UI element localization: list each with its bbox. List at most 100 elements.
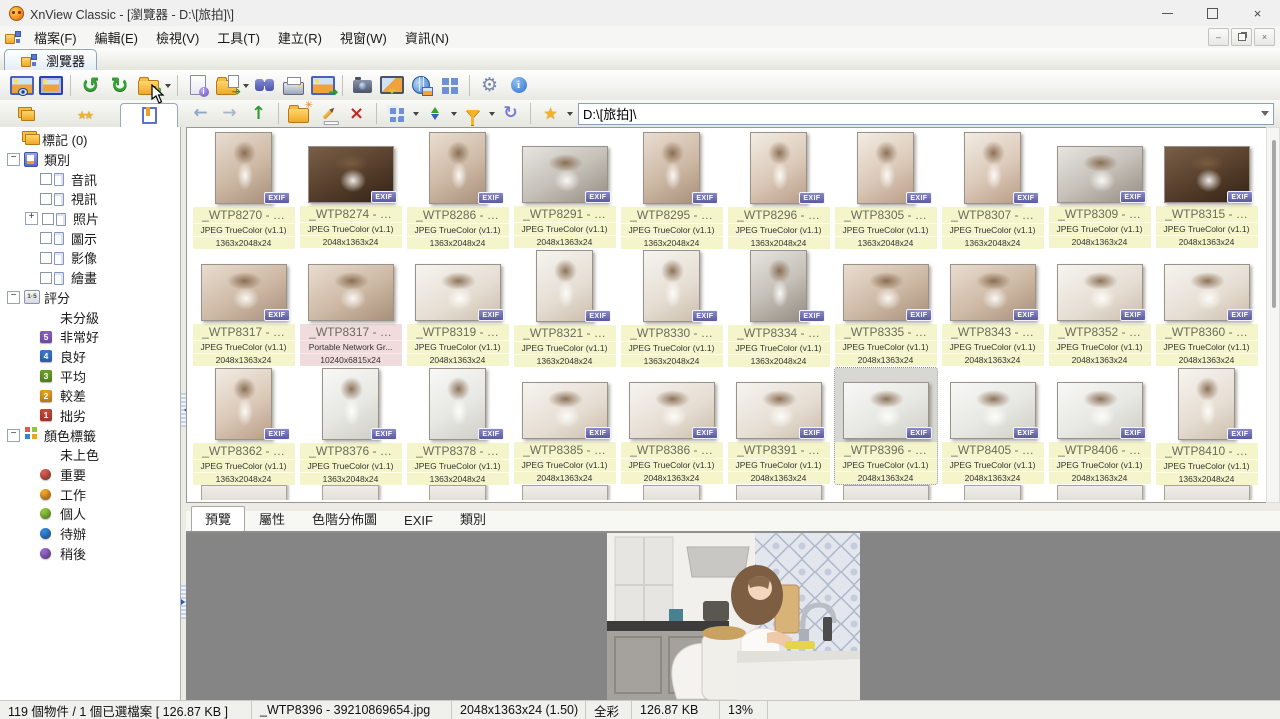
favorites-button[interactable]: ★ — [536, 101, 565, 127]
view-mode-dropdown[interactable] — [411, 100, 420, 127]
thumb-wtp8343[interactable]: EXIF _WTP8343 - … JPEG TrueColor (v1.1) 204… — [941, 250, 1044, 366]
thumb-wtp8305[interactable]: EXIF _WTP8305 - … JPEG TrueColor (v1.1) 136… — [834, 132, 937, 249]
menu-file[interactable]: 檔案(F) — [25, 26, 86, 49]
thumb-wtp8362[interactable]: EXIF _WTP8362 - … JPEG TrueColor (v1.1) 136… — [192, 368, 295, 485]
thumb-wtp8360[interactable]: EXIF _WTP8360 - … JPEG TrueColor (v1.1) 204… — [1155, 250, 1258, 366]
thumb-wtp8385[interactable]: EXIF _WTP8385 - … JPEG TrueColor (v1.1) 204… — [513, 368, 616, 484]
tree-expander[interactable] — [25, 508, 36, 519]
open-with-button[interactable] — [212, 72, 241, 98]
tree-expander[interactable] — [25, 272, 36, 283]
mdi-restore-button[interactable] — [1231, 28, 1252, 46]
tree-item-tags[interactable]: 標記 (0) — [0, 130, 180, 150]
tree-item-rating[interactable]: 評分 — [0, 288, 180, 308]
thumb-wtp8286[interactable]: EXIF _WTP8286 - … JPEG TrueColor (v1.1) 136… — [406, 132, 509, 249]
thumb-wtp8291[interactable]: EXIF _WTP8291 - … JPEG TrueColor (v1.1) 204… — [513, 132, 616, 248]
forward-button[interactable]: → — [215, 101, 244, 127]
tree-expander[interactable] — [25, 174, 36, 185]
tree-item-rating-3[interactable]: 3 平均 — [0, 366, 180, 386]
tree-expander[interactable] — [25, 469, 36, 480]
view-image-button[interactable] — [7, 72, 36, 98]
menu-create[interactable]: 建立(R) — [269, 26, 331, 49]
menu-window[interactable]: 視窗(W) — [331, 26, 396, 49]
thumb-wtp8410[interactable]: EXIF _WTP8410 - … JPEG TrueColor (v1.1) 136… — [1155, 368, 1258, 485]
rename-button[interactable] — [313, 101, 342, 127]
tree-item-cat-video[interactable]: 視訊 — [0, 189, 180, 209]
favorites-dropdown[interactable] — [565, 100, 574, 127]
close-button[interactable]: × — [1235, 0, 1280, 26]
address-dropdown-icon[interactable] — [1257, 104, 1273, 124]
menu-edit[interactable]: 編輯(E) — [86, 26, 147, 49]
tree-expander[interactable] — [25, 371, 36, 382]
properties-button[interactable] — [183, 72, 212, 98]
refresh-button[interactable]: ↻ — [496, 101, 525, 127]
rotate-ccw-button[interactable]: ↺ — [76, 72, 105, 98]
thumb-wtp8315[interactable]: EXIF _WTP8315 - … JPEG TrueColor (v1.1) 204… — [1155, 132, 1258, 248]
tree-expander[interactable] — [25, 351, 36, 362]
tree-item-cat-icon[interactable]: 圖示 — [0, 228, 180, 248]
menu-tools[interactable]: 工具(T) — [208, 26, 269, 49]
thumb-wtp8317-png[interactable]: EXIF_WTP8317 - …Portable Network Gr...10… — [299, 250, 402, 366]
thumb-wtp8378[interactable]: EXIF _WTP8378 - … JPEG TrueColor (v1.1) 136… — [406, 368, 509, 485]
tree-expander[interactable] — [7, 290, 20, 304]
back-button[interactable]: ← — [186, 101, 215, 127]
tab-preview[interactable]: 預覽 — [191, 506, 246, 531]
scrollbar-thumb[interactable] — [1272, 140, 1276, 308]
web-page-button[interactable] — [406, 72, 435, 98]
about-button[interactable] — [504, 72, 533, 98]
thumb-wtp8396[interactable]: EXIF _WTP8396 - … JPEG TrueColor (v1.1) 204… — [833, 367, 938, 485]
tree-expander[interactable] — [25, 193, 36, 204]
new-folder-button[interactable] — [284, 100, 313, 127]
sort-dropdown[interactable] — [449, 100, 458, 127]
slideshow-button[interactable] — [377, 72, 406, 98]
thumbnail-scrollbar[interactable] — [1266, 127, 1280, 503]
tree-item-cat-image[interactable]: 影像 — [0, 248, 180, 268]
panel-tab-categories[interactable] — [120, 103, 178, 127]
thumb-wtp8309[interactable]: EXIF _WTP8309 - … JPEG TrueColor (v1.1) 204… — [1048, 132, 1151, 248]
mdi-close-button[interactable]: × — [1254, 28, 1275, 46]
thumb-wtp8352[interactable]: EXIF _WTP8352 - … JPEG TrueColor (v1.1) 204… — [1048, 250, 1151, 366]
search-button[interactable] — [250, 72, 279, 98]
thumb-wtp8405[interactable]: EXIF _WTP8405 - … JPEG TrueColor (v1.1) 204… — [941, 368, 1044, 484]
tree-item-cat-drawing[interactable]: 繪畫 — [0, 268, 180, 288]
thumb-wtp8319[interactable]: EXIF _WTP8319 - … JPEG TrueColor (v1.1) 204… — [406, 250, 509, 366]
thumb-wtp8321[interactable]: EXIF _WTP8321 - … JPEG TrueColor (v1.1) 136… — [513, 250, 616, 367]
thumb-wtp8270[interactable]: EXIF _WTP8270 - … JPEG TrueColor (v1.1) 136… — [192, 132, 295, 249]
tree-item-cat-photo[interactable]: 照片 — [0, 209, 180, 229]
tree-expander[interactable] — [25, 390, 36, 401]
thumbnail-partial[interactable] — [407, 485, 509, 500]
sort-button[interactable] — [420, 101, 449, 127]
tree-expander[interactable] — [25, 312, 36, 323]
tree-expander[interactable] — [25, 449, 36, 460]
thumbnail-partial[interactable] — [942, 485, 1044, 500]
tree-expander[interactable] — [7, 428, 20, 442]
thumb-wtp8307[interactable]: EXIF _WTP8307 - … JPEG TrueColor (v1.1) 136… — [941, 132, 1044, 249]
print-button[interactable] — [279, 72, 308, 98]
panel-tab-folders[interactable] — [0, 104, 56, 127]
view-mode-button[interactable] — [382, 101, 411, 127]
tree-item-label-todo[interactable]: 待辦 — [0, 524, 180, 544]
thumb-wtp8295[interactable]: EXIF _WTP8295 - … JPEG TrueColor (v1.1) 136… — [620, 132, 723, 249]
tree-item-label-later[interactable]: 稍後 — [0, 543, 180, 563]
tree-expander[interactable] — [25, 252, 36, 263]
thumbnail-partial[interactable] — [1049, 485, 1151, 500]
tree-expander[interactable] — [7, 152, 20, 167]
menu-info[interactable]: 資訊(N) — [396, 26, 458, 49]
thumb-wtp8274[interactable]: EXIF _WTP8274 - … JPEG TrueColor (v1.1) 204… — [299, 132, 402, 248]
tree-expander[interactable] — [25, 410, 36, 421]
tree-expander[interactable] — [25, 548, 36, 559]
tree-item-rating-4[interactable]: 4 良好 — [0, 347, 180, 367]
tree-item-label-important[interactable]: 重要 — [0, 465, 180, 485]
menu-view[interactable]: 檢視(V) — [147, 26, 208, 49]
filter-dropdown[interactable] — [487, 100, 496, 127]
thumb-wtp8317[interactable]: EXIF _WTP8317 - … JPEG TrueColor (v1.1) 204… — [192, 250, 295, 366]
tree-item-rating-1[interactable]: 1 拙劣 — [0, 406, 180, 426]
maximize-button[interactable] — [1190, 0, 1235, 26]
thumbnail-partial[interactable] — [1156, 485, 1258, 500]
thumbnail-partial[interactable] — [193, 485, 295, 500]
capture-button[interactable] — [348, 72, 377, 98]
filter-button[interactable] — [458, 101, 487, 127]
tree-item-categories[interactable]: 類別 — [0, 150, 180, 170]
thumbnail-partial[interactable] — [300, 485, 402, 500]
tree-item-label-none[interactable]: 未上色 — [0, 445, 180, 465]
tab-browser[interactable]: 瀏覽器 — [4, 49, 98, 70]
